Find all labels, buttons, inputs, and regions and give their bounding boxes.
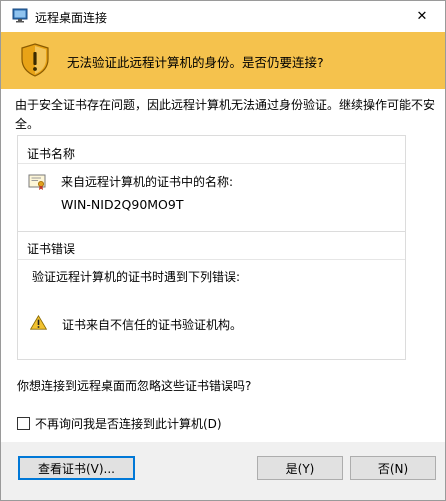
certificate-name-group: 证书名称 来自远程计算机的证书中的名称: WIN-NID2Q90MO9T: [17, 135, 406, 243]
window-title: 远程桌面连接: [35, 11, 108, 25]
shield-warning-icon: [21, 43, 49, 77]
close-icon: ✕: [416, 9, 428, 24]
view-certificate-button[interactable]: 查看证书(V)...: [18, 456, 135, 480]
banner-message: 无法验证此远程计算机的身份。是否仍要连接?: [67, 55, 324, 70]
close-button[interactable]: ✕: [399, 1, 445, 32]
certificate-name-value: WIN-NID2Q90MO9T: [61, 197, 184, 212]
dont-ask-checkbox-row[interactable]: 不再询问我是否连接到此计算机(D): [17, 415, 222, 432]
title-bar[interactable]: 远程桌面连接 ✕: [1, 1, 445, 32]
warning-banner: 无法验证此远程计算机的身份。是否仍要连接?: [1, 32, 445, 89]
errors-label: 验证远程计算机的证书时遇到下列错误:: [32, 270, 241, 284]
dialog-content: 由于安全证书存在问题，因此远程计算机无法通过身份验证。继续操作可能不安全。 证书…: [1, 89, 445, 442]
rdp-warning-dialog: 远程桌面连接 ✕ 无法验证此远程计算机的身份。是否仍要连接? 由于安全证书存在问…: [0, 0, 446, 501]
group-divider: [18, 163, 405, 164]
continue-question: 你想连接到远程桌面而忽略这些证书错误吗?: [17, 379, 252, 393]
yes-button[interactable]: 是(Y): [257, 456, 343, 480]
certificate-icon: [28, 174, 46, 190]
error-item: 证书来自不信任的证书验证机构。: [62, 318, 243, 332]
no-button[interactable]: 否(N): [350, 456, 436, 480]
certificate-name-label: 来自远程计算机的证书中的名称:: [61, 175, 234, 189]
certificate-group-title: 证书名称: [27, 147, 76, 161]
dont-ask-label[interactable]: 不再询问我是否连接到此计算机(D): [35, 415, 222, 432]
remote-desktop-icon: [12, 8, 28, 23]
intro-text: 由于安全证书存在问题，因此远程计算机无法通过身份验证。继续操作可能不安全。: [15, 98, 436, 131]
group-divider: [18, 259, 405, 260]
button-bar: 查看证书(V)... 是(Y) 否(N): [1, 442, 445, 500]
certificate-errors-group: 证书错误 验证远程计算机的证书时遇到下列错误: 证书来自不信任的证书验证机构。: [17, 231, 406, 360]
warning-icon: [30, 315, 47, 330]
dont-ask-checkbox[interactable]: [17, 417, 30, 430]
errors-group-title: 证书错误: [27, 242, 76, 256]
